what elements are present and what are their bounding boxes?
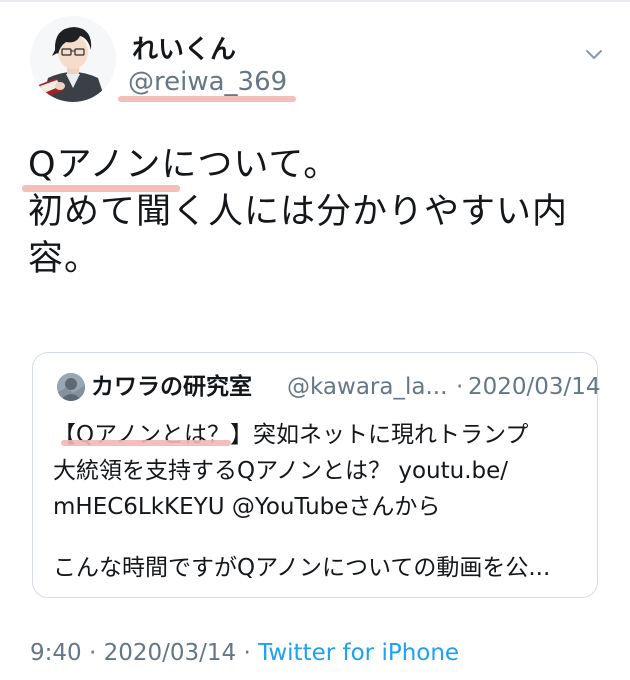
chevron-down-icon [586, 50, 602, 59]
quoted-separator: · [456, 374, 464, 400]
meta-separator-2: · [243, 640, 251, 666]
avatar-illustration [30, 16, 116, 102]
author-avatar[interactable] [30, 16, 116, 102]
author-display-name[interactable]: れいくん [132, 34, 236, 66]
author-handle[interactable]: @reiwa_369 [128, 66, 287, 98]
tweet-menu-button[interactable] [580, 40, 608, 68]
quoted-tweet-text: 【Qアノンとは？】突如ネットに現れトランプ 大統領を支持するQアノンとは？ yo… [53, 422, 529, 520]
text-highlight-mark [22, 185, 180, 192]
tweet-source-link[interactable]: Twitter for iPhone [258, 640, 459, 666]
quoted-author-display-name[interactable]: カワラの研究室 [91, 372, 252, 402]
quoted-date: 2020/03/14 [468, 374, 601, 400]
quoted-tweet-text-continued: こんな時間ですがQアノンについての動画を公... [53, 555, 551, 581]
tweet-text: Qアノンについて。 初めて聞く人には分かりやすい内 容。 [28, 145, 569, 279]
quoted-tweet-card[interactable]: カワラの研究室 @kawara_la... · 2020/03/14 【Qアノン… [32, 352, 601, 598]
quote-user-avatar [57, 373, 85, 401]
quoted-author-avatar[interactable] [57, 373, 85, 401]
tweet-meta: 9:40 · 2020/03/14 · Twitter for iPhone [30, 638, 459, 668]
tweet-time: 9:40 [30, 640, 82, 666]
tweet-date: 2020/03/14 [103, 640, 237, 666]
handle-highlight-mark [118, 96, 296, 102]
quoted-author-handle[interactable]: @kawara_la... [287, 372, 447, 402]
meta-separator-1: · [88, 640, 97, 666]
top-divider [0, 0, 630, 2]
quoted-highlight-mark [61, 440, 231, 446]
